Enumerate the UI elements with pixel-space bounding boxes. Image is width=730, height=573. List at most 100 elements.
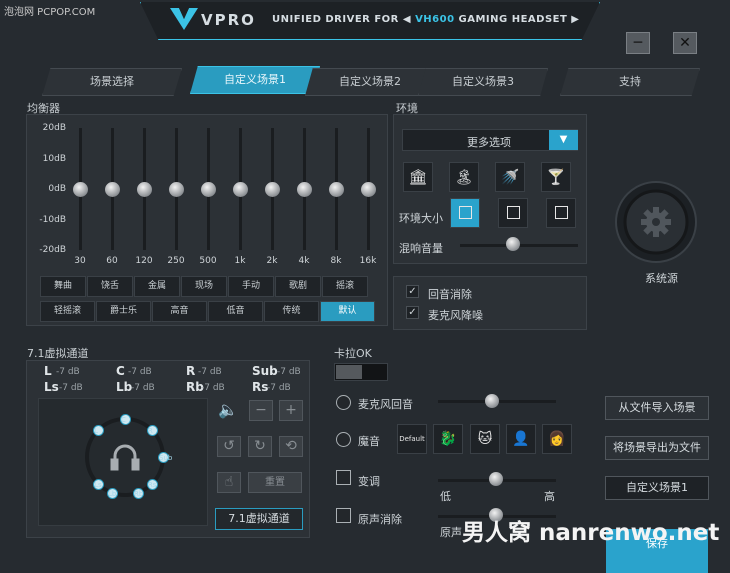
eq-knob-1k[interactable]	[233, 182, 248, 197]
eq-preset-button[interactable]: 爵士乐	[96, 301, 151, 322]
eq-band-label: 4k	[298, 256, 310, 266]
hand-icon[interactable]: ☝	[217, 472, 241, 493]
speaker-label: R	[147, 427, 153, 436]
prev-model-arrow[interactable]: ◀	[403, 14, 411, 25]
karaoke-title: 卡拉OK	[334, 347, 372, 360]
eq-preset-button[interactable]: 轻摇滚	[40, 301, 95, 322]
vocal-remove-label: 原声消除	[358, 513, 402, 526]
museum-icon[interactable]: 🏛	[403, 162, 433, 192]
eq-knob-250[interactable]	[169, 182, 184, 197]
volume-up-button[interactable]: +	[279, 400, 303, 421]
speaker-label: Rs	[147, 480, 157, 489]
shower-icon[interactable]: 🚿	[495, 162, 525, 192]
speaker-volume-icon: 🔈	[218, 400, 238, 419]
reset-button[interactable]: 重置	[248, 472, 302, 493]
room-size-small-icon[interactable]	[450, 198, 480, 228]
eq-knob-120[interactable]	[137, 182, 152, 197]
volume-down-button[interactable]: −	[249, 400, 273, 421]
channel-name: Ls	[44, 380, 59, 394]
next-model-arrow[interactable]: ▶	[571, 14, 579, 25]
brand-name: VPRO	[201, 11, 256, 29]
model-name: VH600	[415, 14, 455, 25]
current-scene-button[interactable]: 自定义场景1	[605, 476, 709, 500]
subtitle-prefix: UNIFIED DRIVER FOR	[272, 14, 399, 25]
reset-rotation-icon[interactable]: ⟲	[279, 436, 303, 457]
rotate-left-icon[interactable]: ↺	[217, 436, 241, 457]
room-size-large-icon[interactable]	[546, 198, 576, 228]
export-scene-button[interactable]: 将场景导出为文件	[605, 436, 709, 460]
tab-custom-scene-2[interactable]: 自定义场景2	[305, 68, 435, 96]
mic-denoise-checkbox[interactable]: ✓	[406, 306, 419, 319]
speaker-label: L	[94, 427, 99, 436]
channel-name: L	[44, 364, 52, 378]
channel-db: -7 dB	[56, 367, 80, 377]
eq-knob-16k[interactable]	[361, 182, 376, 197]
eq-preset-button[interactable]: 现场	[181, 276, 227, 297]
voice-default-icon[interactable]: Default	[397, 424, 427, 454]
eq-preset-button[interactable]: 传统	[264, 301, 319, 322]
eq-preset-button[interactable]: 摇滚	[322, 276, 368, 297]
rotate-right-icon[interactable]: ↻	[248, 436, 272, 457]
cocktail-icon[interactable]: 🍸	[541, 162, 571, 192]
channel-name: Rs	[252, 380, 269, 394]
equalizer-title: 均衡器	[27, 102, 60, 115]
environment-dropdown[interactable]: 更多选项 ▼	[402, 129, 578, 151]
eq-preset-button[interactable]: 默认	[320, 301, 375, 322]
close-button[interactable]: ✕	[673, 32, 697, 54]
mic-echo-label: 麦克风回音	[358, 398, 413, 411]
reverb-slider-knob[interactable]	[506, 237, 521, 251]
eq-preset-button[interactable]: 饶舌	[87, 276, 133, 297]
eq-preset-button[interactable]: 高音	[152, 301, 207, 322]
channel-db: -7 dB	[267, 383, 291, 393]
pitch-label: 变调	[358, 475, 380, 488]
pitch-checkbox[interactable]	[336, 470, 351, 485]
speaker-label: Rb	[133, 489, 144, 498]
dragon-icon[interactable]: 🐉	[433, 424, 463, 454]
mic-denoise-label: 麦克风降噪	[428, 309, 483, 322]
man-icon[interactable]: 👤	[506, 424, 536, 454]
mic-echo-slider-knob[interactable]	[485, 394, 499, 408]
mic-echo-radio[interactable]	[336, 395, 351, 410]
eq-knob-30[interactable]	[73, 182, 88, 197]
karaoke-toggle[interactable]	[334, 363, 388, 381]
channel-db: -7 dB	[128, 367, 152, 377]
eq-preset-button[interactable]: 歌剧	[275, 276, 321, 297]
tab-scene-select[interactable]: 场景选择	[42, 68, 182, 96]
tab-custom-scene-1[interactable]: 自定义场景1	[190, 66, 320, 94]
system-source-label: 系统源	[645, 272, 678, 285]
dropdown-arrow-icon[interactable]: ▼	[549, 130, 578, 150]
tab-custom-scene-3[interactable]: 自定义场景3	[418, 68, 548, 96]
eq-band-label: 8k	[330, 256, 342, 266]
channel-db: -7 dB	[277, 367, 301, 377]
eq-band-label: 16k	[359, 256, 377, 266]
eq-preset-button[interactable]: 舞曲	[40, 276, 86, 297]
echo-cancel-checkbox[interactable]: ✓	[406, 285, 419, 298]
header-subtitle: UNIFIED DRIVER FOR ◀ VH600 GAMING HEADSE…	[272, 14, 580, 25]
echo-cancel-label: 回音消除	[428, 288, 472, 301]
room-size-medium-icon[interactable]	[498, 198, 528, 228]
import-scene-button[interactable]: 从文件导入场景	[605, 396, 709, 420]
voice-changer-radio[interactable]	[336, 432, 351, 447]
eq-knob-8k[interactable]	[329, 182, 344, 197]
pitch-slider-knob[interactable]	[489, 472, 503, 486]
island-icon[interactable]: 🏝	[449, 162, 479, 192]
eq-preset-button[interactable]: 金属	[134, 276, 180, 297]
system-source-knob[interactable]	[614, 180, 698, 264]
vpro-logo-icon	[170, 8, 198, 30]
eq-preset-button[interactable]: 手动	[228, 276, 274, 297]
eq-knob-2k[interactable]	[265, 182, 280, 197]
minimize-button[interactable]: ─	[626, 32, 650, 54]
woman-icon[interactable]: 👩	[542, 424, 572, 454]
gear-icon	[641, 207, 671, 237]
eq-preset-button[interactable]: 低音	[208, 301, 263, 322]
cat-icon[interactable]: 🐱	[470, 424, 500, 454]
virtual71-button[interactable]: 7.1虚拟通道	[215, 508, 303, 530]
tab-support[interactable]: 支持	[560, 68, 700, 96]
channel-name: Sub	[252, 364, 278, 378]
eq-knob-4k[interactable]	[297, 182, 312, 197]
vocal-remove-checkbox[interactable]	[336, 508, 351, 523]
eq-knob-500[interactable]	[201, 182, 216, 197]
channel-db: -7 dB	[201, 383, 225, 393]
eq-band-label: 1k	[234, 256, 246, 266]
eq-knob-60[interactable]	[105, 182, 120, 197]
